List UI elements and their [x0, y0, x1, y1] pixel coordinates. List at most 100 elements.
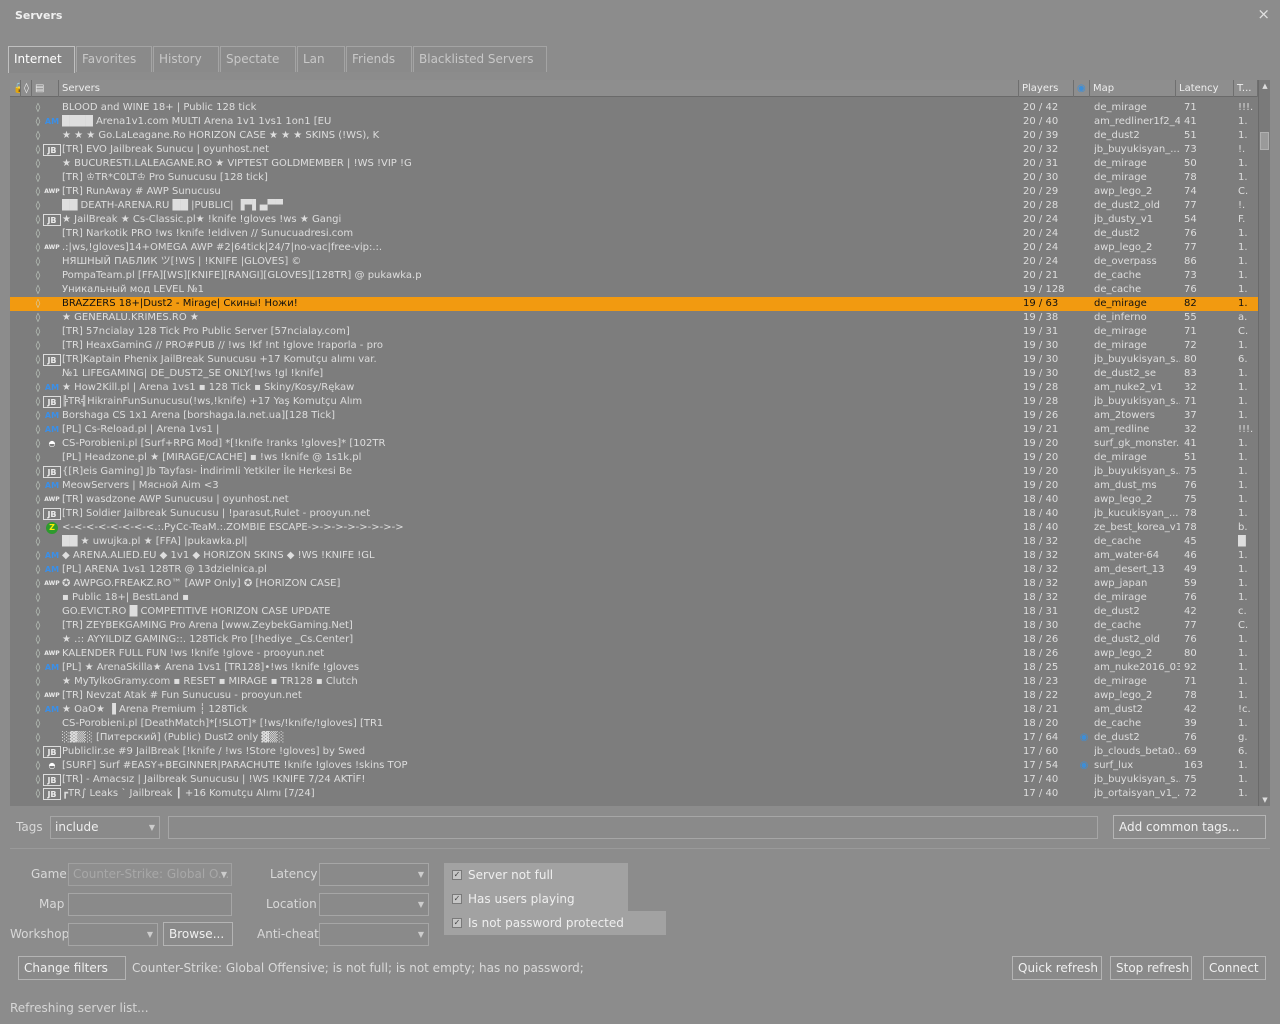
- map-column-header[interactable]: Map: [1090, 80, 1176, 97]
- game-select[interactable]: Counter-Strike: Global O... ▼: [68, 863, 232, 886]
- server-row[interactable]: ◊ AM ◆ ARENA.ALIED.EU ◆ 1v1 ◆ HORIZON SKIN…: [10, 549, 1258, 563]
- anticheat-select[interactable]: ▼: [319, 923, 429, 946]
- server-row[interactable]: ◊ AWP [TR] wasdzone AWP Sunucusu | oyunhos…: [10, 493, 1258, 507]
- server-name: ██ ★ uwujka.pl ★ [FFA] |pukawka.pl|: [62, 536, 248, 547]
- server-list-scrollbar[interactable]: ▲ ▼: [1258, 80, 1270, 806]
- server-row[interactable]: ◊ №1 LIFEGAMING| DE_DUST2_SE ONLY[!ws !gl…: [10, 367, 1258, 381]
- server-row[interactable]: ◊ AM [PL] Cs-Reload.pl | Arena 1vs1 | 19 / …: [10, 423, 1258, 437]
- stop-refresh-button[interactable]: Stop refresh: [1110, 956, 1192, 980]
- server-row[interactable]: ◊ Z <-<-<-<-<-<-<-<.:.PyCc-TeaM.:.ZOMBIE E…: [10, 521, 1258, 535]
- server-row[interactable]: ◊ [TR] ♔TR*C0LT♔ Pro Sunucusu [128 tick] 2…: [10, 171, 1258, 185]
- tab-friends[interactable]: Friends: [346, 46, 412, 72]
- tags-input[interactable]: [168, 816, 1098, 839]
- server-latency: 51: [1184, 130, 1197, 141]
- server-row[interactable]: ◊ AM ★ How2Kill.pl | Arena 1vs1 ▪ 128 Tick…: [10, 381, 1258, 395]
- server-row[interactable]: ◊ JB [TR] Soldier Jailbreak Sunucusu | !pa…: [10, 507, 1258, 521]
- server-row[interactable]: ◊ ▪ Public 18+| BestLand ▪ 18 / 32 de_mirag…: [10, 591, 1258, 605]
- server-row[interactable]: ◊ JB ★ JailBreak ★ Cs-Classic.pl★ !knife !…: [10, 213, 1258, 227]
- server-row[interactable]: ◊ JB [TR] - Amacsız | Jailbreak Sunucusu |…: [10, 773, 1258, 787]
- lock-column-header-icon[interactable]: 🔒: [10, 80, 21, 97]
- server-row[interactable]: ◊ CS-Porobieni.pl [DeathMatch]*[!SLOT]* […: [10, 717, 1258, 731]
- tab-history[interactable]: History: [153, 46, 219, 72]
- server-row[interactable]: ◊ Уникальный мод LEVEL №1 19 / 128 de_cache…: [10, 283, 1258, 297]
- server-row[interactable]: ◊ AWP ✪ AWPGO.FREAKZ.RO™ [AWP Only] ✪ [HOR…: [10, 577, 1258, 591]
- server-row[interactable]: ◊ ★ GENERALU.KRIMES.RO ★ 19 / 38 de_inferno…: [10, 311, 1258, 325]
- connect-button[interactable]: Connect: [1203, 956, 1266, 980]
- tags-column-header[interactable]: T...: [1234, 80, 1258, 97]
- server-row[interactable]: ◊ AM ★ OaO★ ▐ Arena Premium ┆ 128Tick 18 / …: [10, 703, 1258, 717]
- server-row[interactable]: ◊ ░▓▒░ [Питерский] (Public) Dust2 only ▓▒…: [10, 731, 1258, 745]
- server-row[interactable]: ◊ BRAZZERS 18+|Dust2 - Mirage| Скины! Нож…: [10, 297, 1258, 311]
- server-row[interactable]: ◊ ◓ [SURF] Surf #EASY+BEGINNER|PARACHUTE !…: [10, 759, 1258, 773]
- scroll-down-icon[interactable]: ▼: [1259, 794, 1270, 806]
- scroll-up-icon[interactable]: ▲: [1259, 80, 1270, 92]
- server-row[interactable]: ◊ AM MeowServers | Мясной Aim <3 19 / 20 am_…: [10, 479, 1258, 493]
- map-input[interactable]: [68, 893, 232, 916]
- server-row[interactable]: ◊ [TR] ZEYBEKGAMING Pro Arena [www.Zeybe…: [10, 619, 1258, 633]
- change-filters-button[interactable]: Change filters: [18, 956, 126, 980]
- server-name: ★ JailBreak ★ Cs-Classic.pl★ !knife !glo…: [62, 214, 342, 225]
- location-select[interactable]: ▼: [319, 893, 429, 916]
- server-row[interactable]: ◊ JB [TR] EVO Jailbreak Sunucu | oyunhost.…: [10, 143, 1258, 157]
- server-row[interactable]: ◊ AM ████ Arena1v1.com MULTI Arena 1v1 1vs…: [10, 115, 1258, 129]
- server-map: jb_dusty_v1: [1094, 214, 1154, 225]
- not-password-protected-label: Is not password protected: [468, 916, 624, 930]
- latency-select[interactable]: ▼: [319, 863, 429, 886]
- close-icon[interactable]: ×: [1257, 5, 1270, 23]
- server-row[interactable]: ◊ AWP [TR] RunAway # AWP Sunucusu 20 / 29 aw…: [10, 185, 1258, 199]
- steam-column-header-icon[interactable]: ◉: [1074, 80, 1090, 97]
- not-password-protected-checkbox[interactable]: ✓ Is not password protected: [452, 916, 624, 930]
- server-row[interactable]: ◊ [PL] Headzone.pl ★ [MIRAGE/CACHE] ▪ !ws…: [10, 451, 1258, 465]
- server-row[interactable]: ◊ JB {[R]eis Gaming] Jb Tayfası- İndirimli…: [10, 465, 1258, 479]
- tags-mode-select[interactable]: include ▼: [50, 816, 160, 839]
- secure-column-header-icon[interactable]: ◊: [21, 80, 32, 97]
- latency-column-header[interactable]: Latency: [1176, 80, 1234, 97]
- server-not-full-checkbox[interactable]: ✓ Server not full: [452, 868, 553, 882]
- server-row[interactable]: ◊ ★ .:: AYYILDIZ GAMING::. 128Tick Pro [!…: [10, 633, 1258, 647]
- server-not-full-label: Server not full: [468, 868, 554, 882]
- server-row[interactable]: ◊ AWP KALENDER FULL FUN !ws !knife !glove …: [10, 647, 1258, 661]
- scrollbar-thumb[interactable]: [1260, 132, 1269, 150]
- server-row[interactable]: ◊ AM Borshaga CS 1x1 Arena [borshaga.la.ne…: [10, 409, 1258, 423]
- add-common-tags-button[interactable]: Add common tags...: [1113, 815, 1266, 839]
- server-row[interactable]: ◊ PompaTeam.pl [FFA][WS][KNIFE][RANGI][GL…: [10, 269, 1258, 283]
- server-tags: 1.: [1238, 340, 1248, 351]
- server-row[interactable]: ◊ [TR] 57ncialay 128 Tick Pro Public Serv…: [10, 325, 1258, 339]
- server-row[interactable]: ◊ ◓ CS-Porobieni.pl [Surf+RPG Mod] *[!knif…: [10, 437, 1258, 451]
- quick-refresh-button[interactable]: Quick refresh: [1012, 956, 1102, 980]
- tab-lan[interactable]: Lan: [297, 46, 345, 72]
- server-row[interactable]: ◊ ★ ★ ★ Go.LaLeagane.Ro HORIZON CASE ★ ★ …: [10, 129, 1258, 143]
- tab-spectate[interactable]: Spectate: [220, 46, 296, 72]
- server-row[interactable]: ◊ JB [TR]Kaptain Phenix JailBreak Sunucusu…: [10, 353, 1258, 367]
- server-list[interactable]: 🔒 ◊ ▤ Servers Players ◉ Map Latency T...…: [10, 80, 1270, 806]
- server-row[interactable]: ◊ ██ DEATH-ARENA.RU ██ |PUBLIC| ▐▀▌▄▀▀ 20 …: [10, 199, 1258, 213]
- server-row[interactable]: ◊ JB Publiclir.se #9 JailBreak [!knife / !…: [10, 745, 1258, 759]
- server-name: Borshaga CS 1x1 Arena [borshaga.la.net.u…: [62, 410, 336, 421]
- server-row[interactable]: ◊ AM [PL] ★ ArenaSkilla★ Arena 1vs1 [TR128…: [10, 661, 1258, 675]
- server-row[interactable]: ◊ [TR] Narkotik PRO !ws !knife !eldiven /…: [10, 227, 1258, 241]
- server-row[interactable]: ◊ JB ╠TR╣HikrainFunSunucusu(!ws,!knife) +1…: [10, 395, 1258, 409]
- server-row[interactable]: ◊ AWP .:|ws,!gloves]14+OMEGA AWP #2|64tick…: [10, 241, 1258, 255]
- servers-column-header[interactable]: Servers: [59, 80, 1019, 97]
- server-row[interactable]: ◊ ★ BUCURESTI.LALEAGANE.RO ★ VIPTEST GOLD…: [10, 157, 1258, 171]
- tab-favorites[interactable]: Favorites: [76, 46, 152, 72]
- server-row[interactable]: ◊ ★ MyTylkoGramy.com ▪ RESET ▪ MIRAGE ▪ T…: [10, 675, 1258, 689]
- workshop-select[interactable]: ▼: [68, 923, 158, 946]
- server-row[interactable]: ◊ AM [PL] ARENA 1vs1 128TR @ 13dzielnica.p…: [10, 563, 1258, 577]
- status-text: Refreshing server list...: [10, 1001, 149, 1015]
- server-row[interactable]: ◊ ██ ★ uwujka.pl ★ [FFA] |pukawka.pl| 18 /…: [10, 535, 1258, 549]
- browse-button[interactable]: Browse...: [163, 922, 233, 946]
- tab-blacklisted-servers[interactable]: Blacklisted Servers: [413, 46, 547, 72]
- server-row[interactable]: ◊ AWP [TR] Nevzat Atak # Fun Sunucusu - pr…: [10, 689, 1258, 703]
- server-row[interactable]: ◊ GO.EVICT.RO █ COMPETITIVE HORIZON CASE …: [10, 605, 1258, 619]
- mode-badge-icon: AWP: [44, 188, 60, 195]
- server-row[interactable]: ◊ [TR] HeaxGaminG // PRO#PUB // !ws !kf !…: [10, 339, 1258, 353]
- has-users-playing-checkbox[interactable]: ✓ Has users playing: [452, 892, 575, 906]
- server-row[interactable]: ◊ JB ┏TR∫ Leaks ` Jailbreak ┃ +16 Komutçu …: [10, 787, 1258, 801]
- tab-internet[interactable]: Internet: [8, 46, 75, 73]
- bot-column-header-icon[interactable]: ▤: [32, 80, 59, 97]
- players-column-header[interactable]: Players: [1019, 80, 1074, 97]
- server-row[interactable]: ◊ BLOOD and WINE 18+ | Public 128 tick 20 …: [10, 101, 1258, 115]
- checkmark-icon: ✓: [452, 894, 462, 904]
- server-row[interactable]: ◊ НЯШНЫЙ ПАБЛИК ツ[!WS | !KNIFE |GLOVES] ©…: [10, 255, 1258, 269]
